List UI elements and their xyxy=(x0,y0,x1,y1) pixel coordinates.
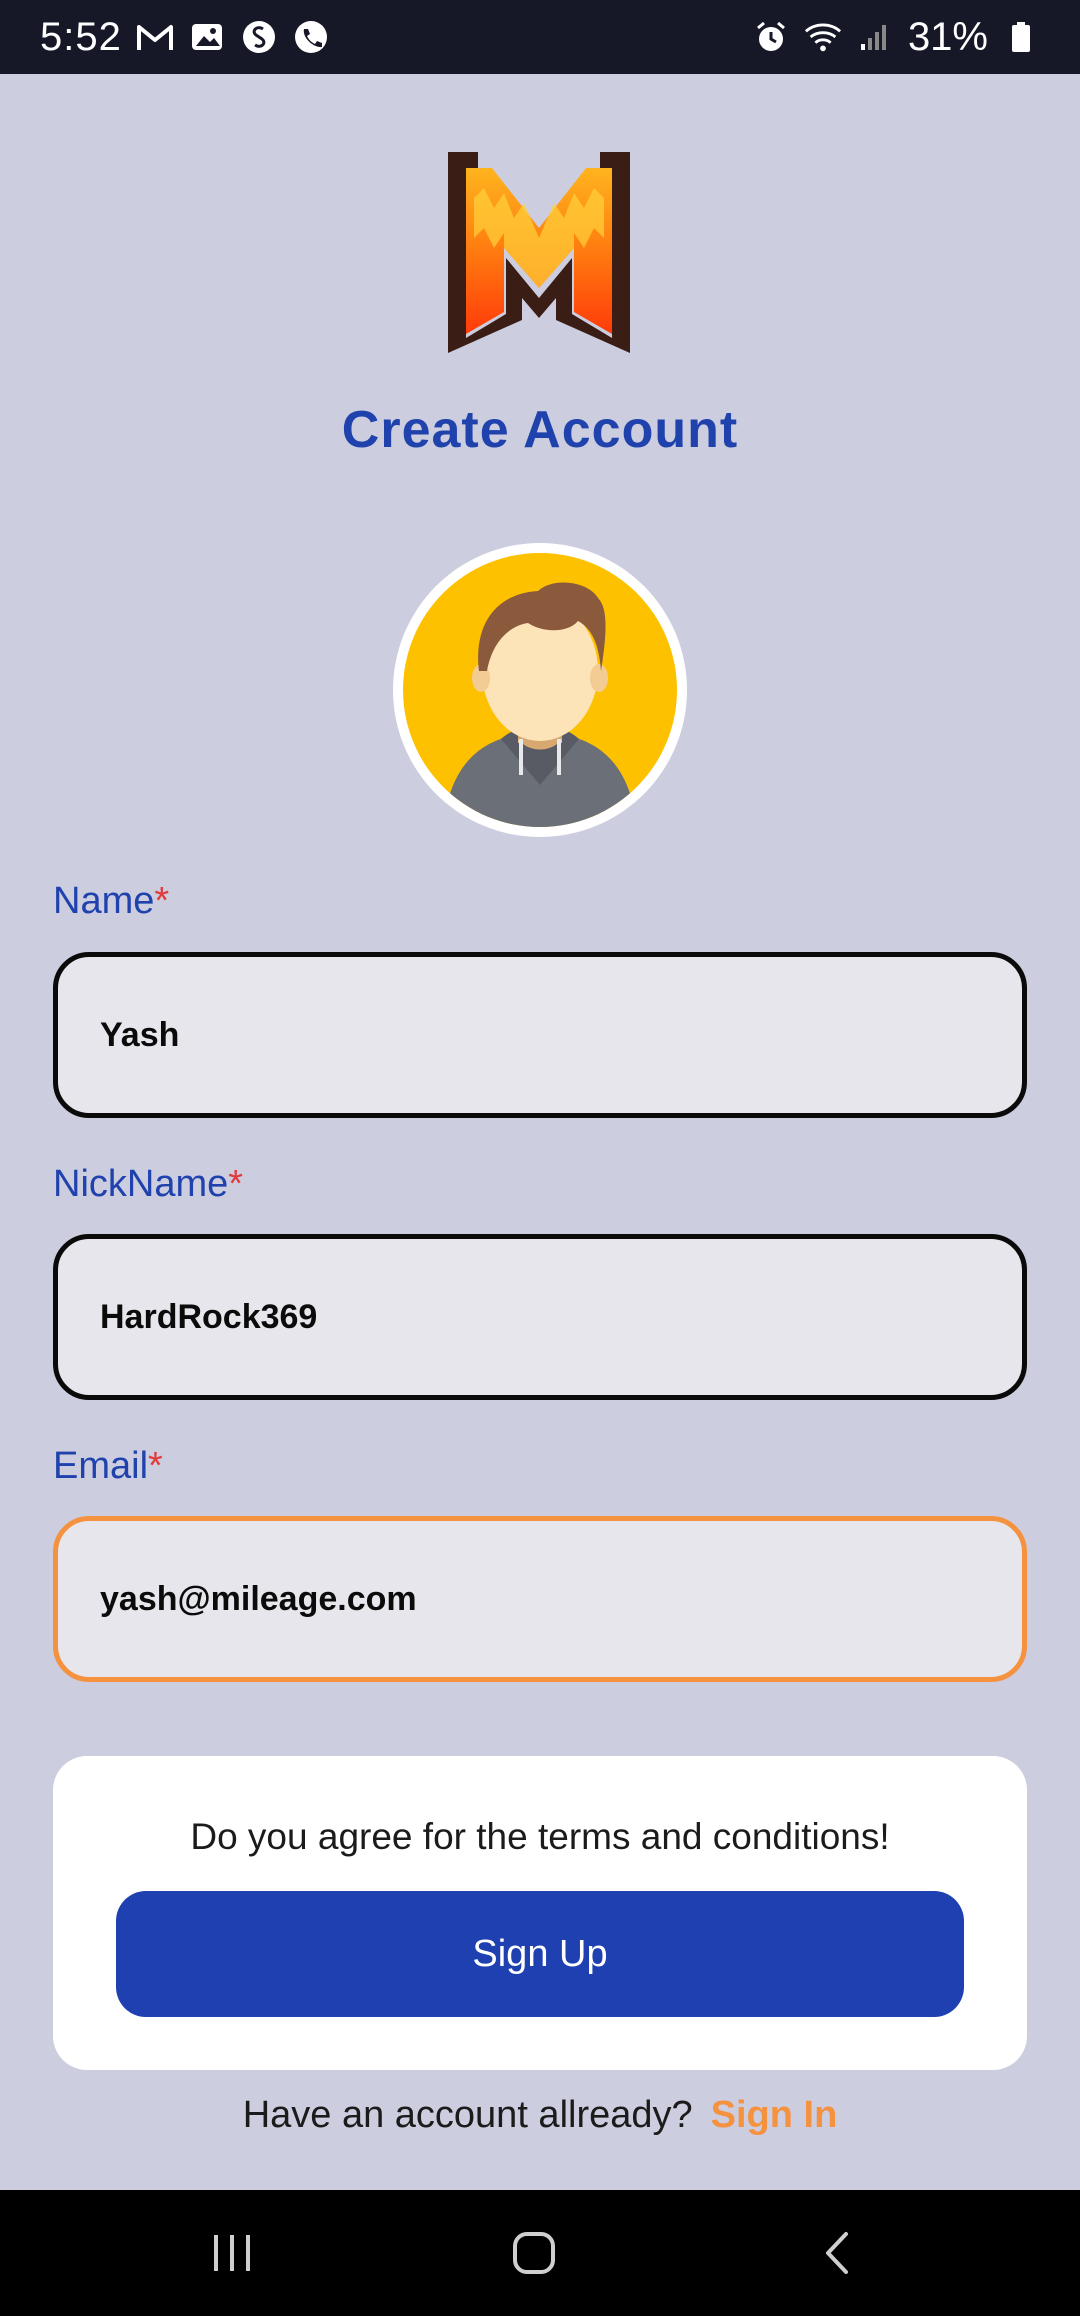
recent-apps-button[interactable] xyxy=(202,2228,262,2278)
name-label: Name* xyxy=(53,880,169,923)
email-input[interactable]: yash@mileage.com xyxy=(53,1516,1027,1682)
navigation-bar xyxy=(0,2190,1080,2316)
status-bar: 5:52 31% xyxy=(0,0,1080,74)
back-button[interactable] xyxy=(808,2228,868,2278)
name-input-value: Yash xyxy=(100,1015,180,1054)
status-time: 5:52 xyxy=(40,14,122,59)
recent-apps-icon xyxy=(214,2235,250,2271)
nickname-label-text: NickName xyxy=(53,1163,229,1205)
avatar[interactable] xyxy=(393,543,687,837)
app-logo xyxy=(444,148,634,360)
signin-prompt: Have an account allready? xyxy=(242,2094,693,2136)
email-label-text: Email xyxy=(53,1445,149,1487)
required-mark: * xyxy=(148,1445,163,1487)
sign-up-button[interactable]: Sign Up xyxy=(116,1891,964,2017)
signin-row: Have an account allready? Sign In xyxy=(0,2094,1080,2137)
battery-percentage: 31% xyxy=(907,14,988,59)
signal-icon xyxy=(856,18,894,56)
home-button[interactable] xyxy=(504,2228,564,2278)
gmail-icon xyxy=(136,18,174,56)
back-icon xyxy=(826,2232,848,2274)
name-label-text: Name xyxy=(53,880,155,922)
shazam-icon xyxy=(240,18,278,56)
email-label: Email* xyxy=(53,1445,163,1488)
page-title: Create Account xyxy=(341,401,739,459)
name-input[interactable]: Yash xyxy=(53,952,1027,1118)
nickname-input[interactable]: HardRock369 xyxy=(53,1234,1027,1400)
avatar-image xyxy=(403,553,677,827)
phone-icon xyxy=(292,18,330,56)
email-input-value: yash@mileage.com xyxy=(100,1579,417,1618)
home-icon xyxy=(513,2232,555,2274)
required-mark: * xyxy=(154,880,170,922)
nickname-input-value: HardRock369 xyxy=(100,1297,318,1336)
required-mark: * xyxy=(228,1163,244,1205)
terms-text: Do you agree for the terms and condition… xyxy=(190,1816,890,1857)
alarm-icon xyxy=(752,18,790,56)
nickname-label: NickName* xyxy=(53,1163,243,1206)
gallery-icon xyxy=(188,18,226,56)
terms-card: Do you agree for the terms and condition… xyxy=(53,1756,1027,2070)
sign-in-link[interactable]: Sign In xyxy=(711,2094,838,2136)
wifi-icon xyxy=(804,18,842,56)
battery-icon xyxy=(1002,18,1040,56)
